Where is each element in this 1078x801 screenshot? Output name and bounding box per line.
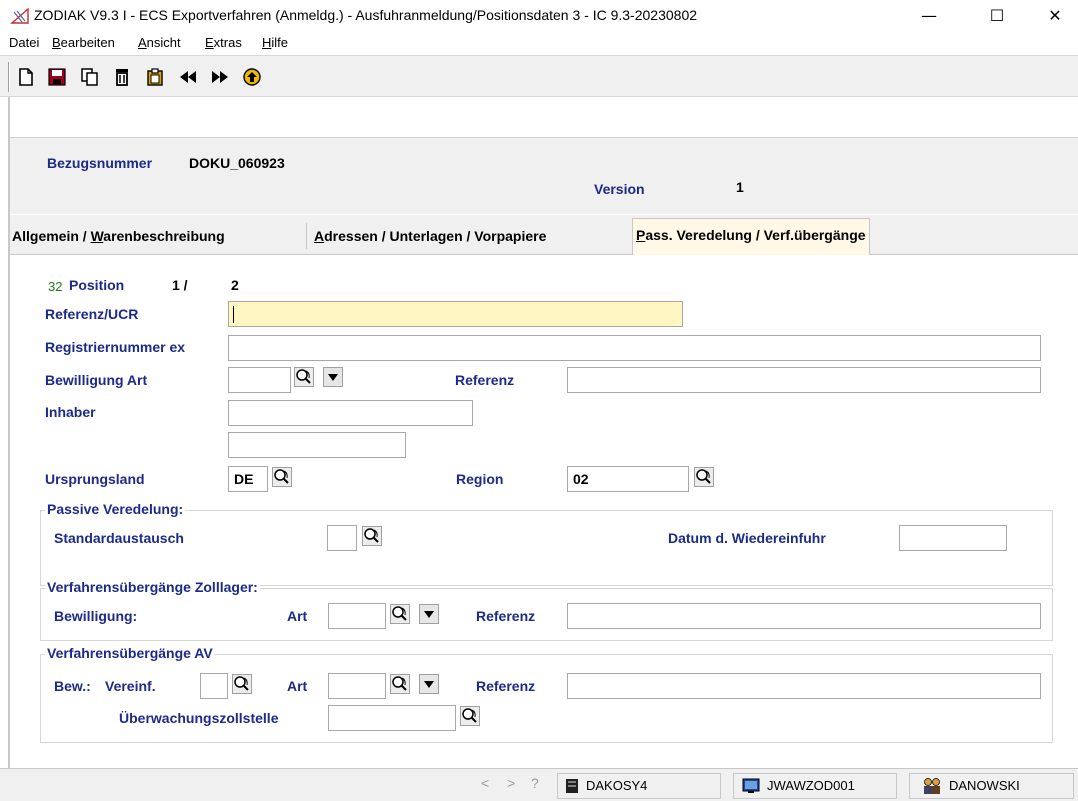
tab-separator (306, 223, 307, 249)
zolllager-art-label: Art (287, 608, 308, 624)
monitor-icon (742, 778, 760, 793)
passive-veredelung-title: Passive Veredelung: (45, 501, 186, 517)
menu-bar: Datei Bearbeiten Ansicht Extras Hilfe (0, 32, 1078, 54)
lookup-icon[interactable] (390, 674, 410, 694)
new-document-icon[interactable] (16, 67, 36, 87)
lookup-icon[interactable] (362, 526, 382, 546)
referenz-ucr-label: Referenz/UCR (45, 306, 139, 322)
ueberwachungszollstelle-input[interactable] (328, 705, 456, 731)
datum-wiedereinfuhr-input[interactable] (899, 525, 1007, 551)
lookup-icon[interactable] (694, 467, 714, 487)
registriernummer-input[interactable] (228, 335, 1041, 361)
av-art-label: Art (287, 678, 308, 694)
exit-icon[interactable] (242, 67, 262, 87)
next-icon[interactable] (210, 67, 230, 87)
av-referenz-label: Referenz (476, 678, 536, 694)
ursprungsland-label: Ursprungsland (45, 471, 145, 487)
close-button[interactable]: ✕ (1032, 0, 1078, 32)
minimize-button[interactable]: — (906, 0, 952, 32)
av-vereinf-input[interactable] (200, 673, 228, 699)
chevron-down-icon[interactable] (419, 604, 439, 624)
inhaber-input-2[interactable] (228, 432, 406, 458)
status-prev-button[interactable]: < (481, 775, 489, 791)
region-input[interactable]: 02 (567, 466, 689, 492)
app-logo-icon (10, 7, 29, 24)
zolllager-referenz-input[interactable] (567, 603, 1041, 629)
tab-pass-veredelung[interactable]: Pass. Veredelung / Verf.übergänge (632, 218, 870, 255)
save-icon[interactable] (47, 67, 67, 87)
status-server: DAKOSY4 (557, 773, 721, 799)
av-vereinf-label: Vereinf. (105, 678, 156, 694)
position-code: 32 (48, 279, 63, 294)
region-label: Region (456, 471, 504, 487)
lookup-icon[interactable] (294, 367, 314, 387)
zolllager-art-input[interactable] (328, 603, 386, 629)
toolbar (0, 55, 1078, 97)
status-next-button[interactable]: > (507, 775, 515, 791)
chevron-down-icon[interactable] (323, 367, 343, 387)
av-art-input[interactable] (328, 673, 386, 699)
bezugsnummer-value: DOKU_060923 (189, 155, 285, 171)
menu-bearbeiten[interactable]: Bearbeiten (52, 35, 115, 50)
status-user: DANOWSKI (909, 773, 1074, 799)
standardaustausch-input[interactable] (327, 525, 357, 551)
paste-icon[interactable] (145, 67, 165, 87)
referenz-label: Referenz (455, 372, 515, 388)
title-bar: ZODIAK V9.3 I - ECS Exportverfahren (Anm… (0, 0, 1078, 32)
menu-ansicht[interactable]: Ansicht (138, 35, 181, 50)
menu-hilfe[interactable]: Hilfe (262, 35, 288, 50)
status-bar: < > ? DAKOSY4 JWAWZOD001 DANOWSKI (0, 768, 1078, 801)
chevron-down-icon[interactable] (419, 674, 439, 694)
tab-allgemein[interactable]: Allgemein / Warenbeschreibung (9, 220, 228, 254)
av-title: Verfahrensübergänge AV (45, 645, 215, 661)
menu-datei[interactable]: Datei (9, 35, 39, 50)
lookup-icon[interactable] (390, 604, 410, 624)
version-value: 1 (736, 179, 744, 195)
toolbar-grip (8, 62, 10, 92)
tab-strip: Allgemein / Warenbeschreibung Adressen /… (10, 215, 1078, 255)
version-label: Version (594, 181, 645, 197)
zolllager-bewilligung-label: Bewilligung: (54, 608, 138, 624)
av-bew-label: Bew.: (54, 678, 91, 694)
position-total: 2 (231, 277, 239, 293)
copy-icon[interactable] (80, 67, 100, 87)
status-workstation: JWAWZOD001 (733, 773, 897, 799)
server-icon (566, 779, 578, 793)
window-title: ZODIAK V9.3 I - ECS Exportverfahren (Anm… (34, 7, 698, 23)
referenz-input[interactable] (567, 367, 1041, 393)
zolllager-title: Verfahrensübergänge Zolllager: (45, 579, 260, 595)
datum-wiedereinfuhr-label: Datum d. Wiedereinfuhr (668, 530, 826, 546)
ueberwachungszollstelle-label: Überwachungszollstelle (119, 710, 279, 726)
registriernummer-label: Registriernummer ex (45, 339, 186, 355)
maximize-button[interactable]: ☐ (974, 0, 1020, 32)
status-help-button[interactable]: ? (531, 775, 539, 791)
lookup-icon[interactable] (460, 706, 480, 726)
position-current: 1 / (172, 277, 188, 293)
delete-icon[interactable] (112, 67, 132, 87)
form-area: 32 Position 1 / 2 Referenz/UCR Registrie… (10, 255, 1078, 768)
header-panel: Bezugsnummer DOKU_060923 Version 1 (10, 137, 1078, 214)
av-referenz-input[interactable] (567, 673, 1041, 699)
lookup-icon[interactable] (272, 467, 292, 487)
inhaber-input-1[interactable] (228, 400, 473, 426)
menu-extras[interactable]: Extras (205, 35, 242, 50)
position-label: Position (69, 277, 125, 293)
users-icon (924, 778, 940, 794)
inhaber-label: Inhaber (45, 404, 96, 420)
zolllager-referenz-label: Referenz (476, 608, 536, 624)
bewilligung-art-label: Bewilligung Art (45, 372, 148, 388)
previous-icon[interactable] (178, 67, 198, 87)
standardaustausch-label: Standardaustausch (54, 530, 184, 546)
bezugsnummer-label: Bezugsnummer (47, 155, 153, 171)
lookup-icon[interactable] (232, 674, 252, 694)
tab-adressen[interactable]: Adressen / Unterlagen / Vorpapiere (311, 220, 549, 254)
referenz-ucr-input[interactable] (228, 301, 683, 327)
ursprungsland-input[interactable]: DE (228, 466, 268, 492)
bewilligung-art-input[interactable] (228, 367, 291, 393)
text-cursor (233, 306, 234, 323)
